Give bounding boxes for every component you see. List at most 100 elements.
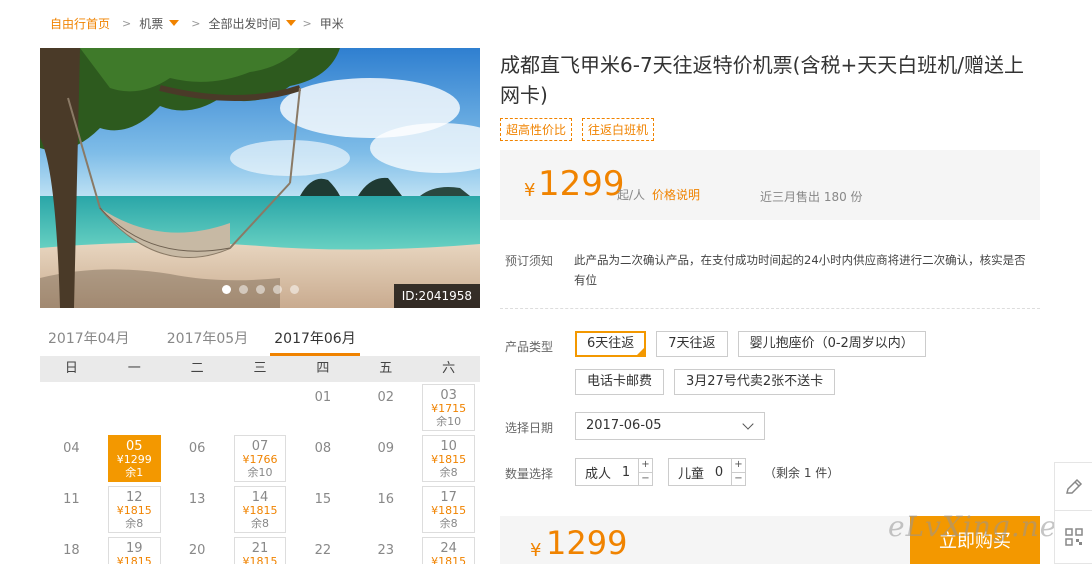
calendar-day-number: 21 [251,541,269,556]
calendar-day-price: ¥1766 [242,453,278,466]
date-select-label: 选择日期 [505,421,554,435]
product-type-row-1: 6天往返 7天往返 婴儿抱座价（0-2周岁以内） [575,331,926,357]
calendar-day-available[interactable]: 10 ¥1815 余8 [422,435,476,482]
adult-plus-button[interactable]: + [639,459,652,473]
weekday-label: 五 [379,361,393,376]
calendar-week-row: 11 12 ¥1815 余8 13 14 ¥1815 余8 15 16 17 ¥1815 余8 [40,484,480,535]
calendar-day-number: 18 [63,543,80,558]
feedback-button[interactable] [1055,463,1092,511]
weekday-label: 一 [127,361,141,376]
notice-label: 预订须知 [505,254,554,268]
calendar-day-cell: 20 [166,535,229,564]
date-select-dropdown[interactable]: 2017-06-05 [575,412,765,440]
calendar-day-cell[interactable]: 03 ¥1715 余10 [417,382,480,433]
child-minus-button[interactable]: − [732,473,745,486]
weekday-label: 日 [64,361,78,376]
carousel-dot[interactable] [272,285,282,294]
quantity-label: 数量选择 [505,467,554,481]
calendar-weekday-header: 日 一 二 三 四 五 六 [40,356,480,382]
calendar-day-number [103,382,166,390]
qr-code-icon [1065,528,1083,546]
calendar-day-cell[interactable]: 17 ¥1815 余8 [417,484,480,535]
weekday-label: 二 [190,361,204,376]
calendar-day-cell[interactable]: 21 ¥1815 [229,535,292,564]
option-phone-card-postage[interactable]: 电话卡邮费 [575,369,665,395]
calendar-day-cell[interactable]: 14 ¥1815 余8 [229,484,292,535]
child-plus-button[interactable]: + [732,459,745,473]
child-quantity-value[interactable]: 0 [707,465,731,480]
carousel-dot[interactable] [289,285,299,294]
calendar-day-cell[interactable]: 12 ¥1815 余8 [103,484,166,535]
calendar-day-number: 06 [188,441,206,456]
calendar-day-available[interactable]: 24 ¥1815 [422,537,476,564]
calendar-day-number: 17 [440,490,457,505]
breadcrumb-destination: 甲米 [319,16,344,31]
calendar-day-cell[interactable]: 19 ¥1815 [103,535,166,564]
divider [500,308,1040,309]
calendar-day-cell[interactable]: 05 ¥1299 余1 [103,433,166,484]
tag-daytime-flight: 往返白班机 [582,118,655,141]
calendar-day-price: ¥1815 [431,453,467,466]
calendar-day-number: 13 [188,492,206,507]
watermark-text: eLvXing.net [888,510,1070,543]
option-7-day-roundtrip[interactable]: 7天往返 [656,331,728,357]
breadcrumb-departure-dropdown[interactable]: 全部出发时间 [208,15,297,32]
calendar-day-cell: 22 [291,535,354,564]
tab-month-april[interactable]: 2017年04月 [40,322,145,356]
calendar-day-cell[interactable]: 07 ¥1766 余10 [229,433,292,484]
calendar-day-stock: 余8 [439,466,458,479]
adult-quantity-value[interactable]: 1 [614,465,638,480]
month-tabs: 2017年04月 2017年05月 2017年06月 [40,322,480,356]
qr-code-button[interactable] [1055,511,1092,563]
calendar-day-cell[interactable]: 10 ¥1815 余8 [417,433,480,484]
calendar-day-number: 24 [440,541,457,556]
hero-carousel[interactable]: ID:2041958 [40,48,480,308]
calendar-day-cell[interactable]: 24 ¥1815 [417,535,480,564]
product-type-label: 产品类型 [505,340,554,354]
option-6-day-roundtrip[interactable]: 6天往返 [575,331,647,357]
breadcrumb-separator: > [191,16,201,30]
breadcrumb-category-dropdown[interactable]: 机票 [139,15,180,32]
price-explain-link[interactable]: 价格说明 [652,186,700,203]
calendar-day-available[interactable]: 17 ¥1815 余8 [422,486,476,533]
product-title: 成都直飞甲米6-7天往返特价机票(含税+天天白班机/赠送上网卡) [500,53,1024,107]
calendar-day-selected[interactable]: 05 ¥1299 余1 [107,435,161,482]
calendar-day-cell: 15 [291,484,354,535]
calendar-day-available[interactable]: 07 ¥1766 余10 [233,435,287,482]
calendar-day-stock: 余8 [125,517,144,530]
calendar-day-available[interactable]: 19 ¥1815 [107,537,161,564]
calendar-day-available[interactable]: 14 ¥1815 余8 [233,486,287,533]
adult-quantity-stepper: 成人 1 + − [575,458,653,486]
calendar-day-number: 16 [377,492,394,507]
tag-value: 超高性价比 [500,118,573,141]
total-price: 1299 [546,524,628,562]
breadcrumb-home-link[interactable]: 自由行首页 [50,15,110,32]
weekday-label: 四 [316,361,330,376]
calendar-day-available[interactable]: 21 ¥1815 [233,537,287,564]
carousel-dot[interactable] [221,285,231,294]
option-infant-seat[interactable]: 婴儿抱座价（0-2周岁以内） [737,331,926,357]
calendar-day-price: ¥1715 [431,402,467,415]
calendar-day-available[interactable]: 12 ¥1815 余8 [107,486,161,533]
calendar-day-number: 09 [377,441,394,456]
tab-month-june[interactable]: 2017年06月 [270,322,360,356]
price-calendar: 日 一 二 三 四 五 六 01 02 03 ¥1715 余10 04 05 ¥1299 余1 0… [40,356,480,564]
pencil-icon [1066,478,1083,494]
calendar-day-stock: 余10 [436,415,462,428]
option-march-27-no-card[interactable]: 3月27号代卖2张不送卡 [674,369,836,395]
calendar-day-cell [40,382,103,433]
carousel-dot[interactable] [255,285,265,294]
notice-text: 此产品为二次确认产品，在支付成功时间起的24小时内供应商将进行二次确认，核实是否… [574,253,1026,287]
calendar-day-available[interactable]: 03 ¥1715 余10 [422,384,476,431]
calendar-day-price: ¥1815 [242,504,278,517]
adult-label: 成人 [585,466,612,482]
weekday-label: 六 [442,361,456,376]
calendar-day-number [229,382,292,390]
calendar-day-number: 15 [314,492,332,507]
product-tags: 超高性价比 往返白班机 [500,118,655,141]
calendar-day-cell: 18 [40,535,103,564]
carousel-dot[interactable] [238,285,248,294]
tab-month-may[interactable]: 2017年05月 [145,322,270,356]
calendar-day-number: 19 [126,541,143,556]
adult-minus-button[interactable]: − [639,473,652,486]
